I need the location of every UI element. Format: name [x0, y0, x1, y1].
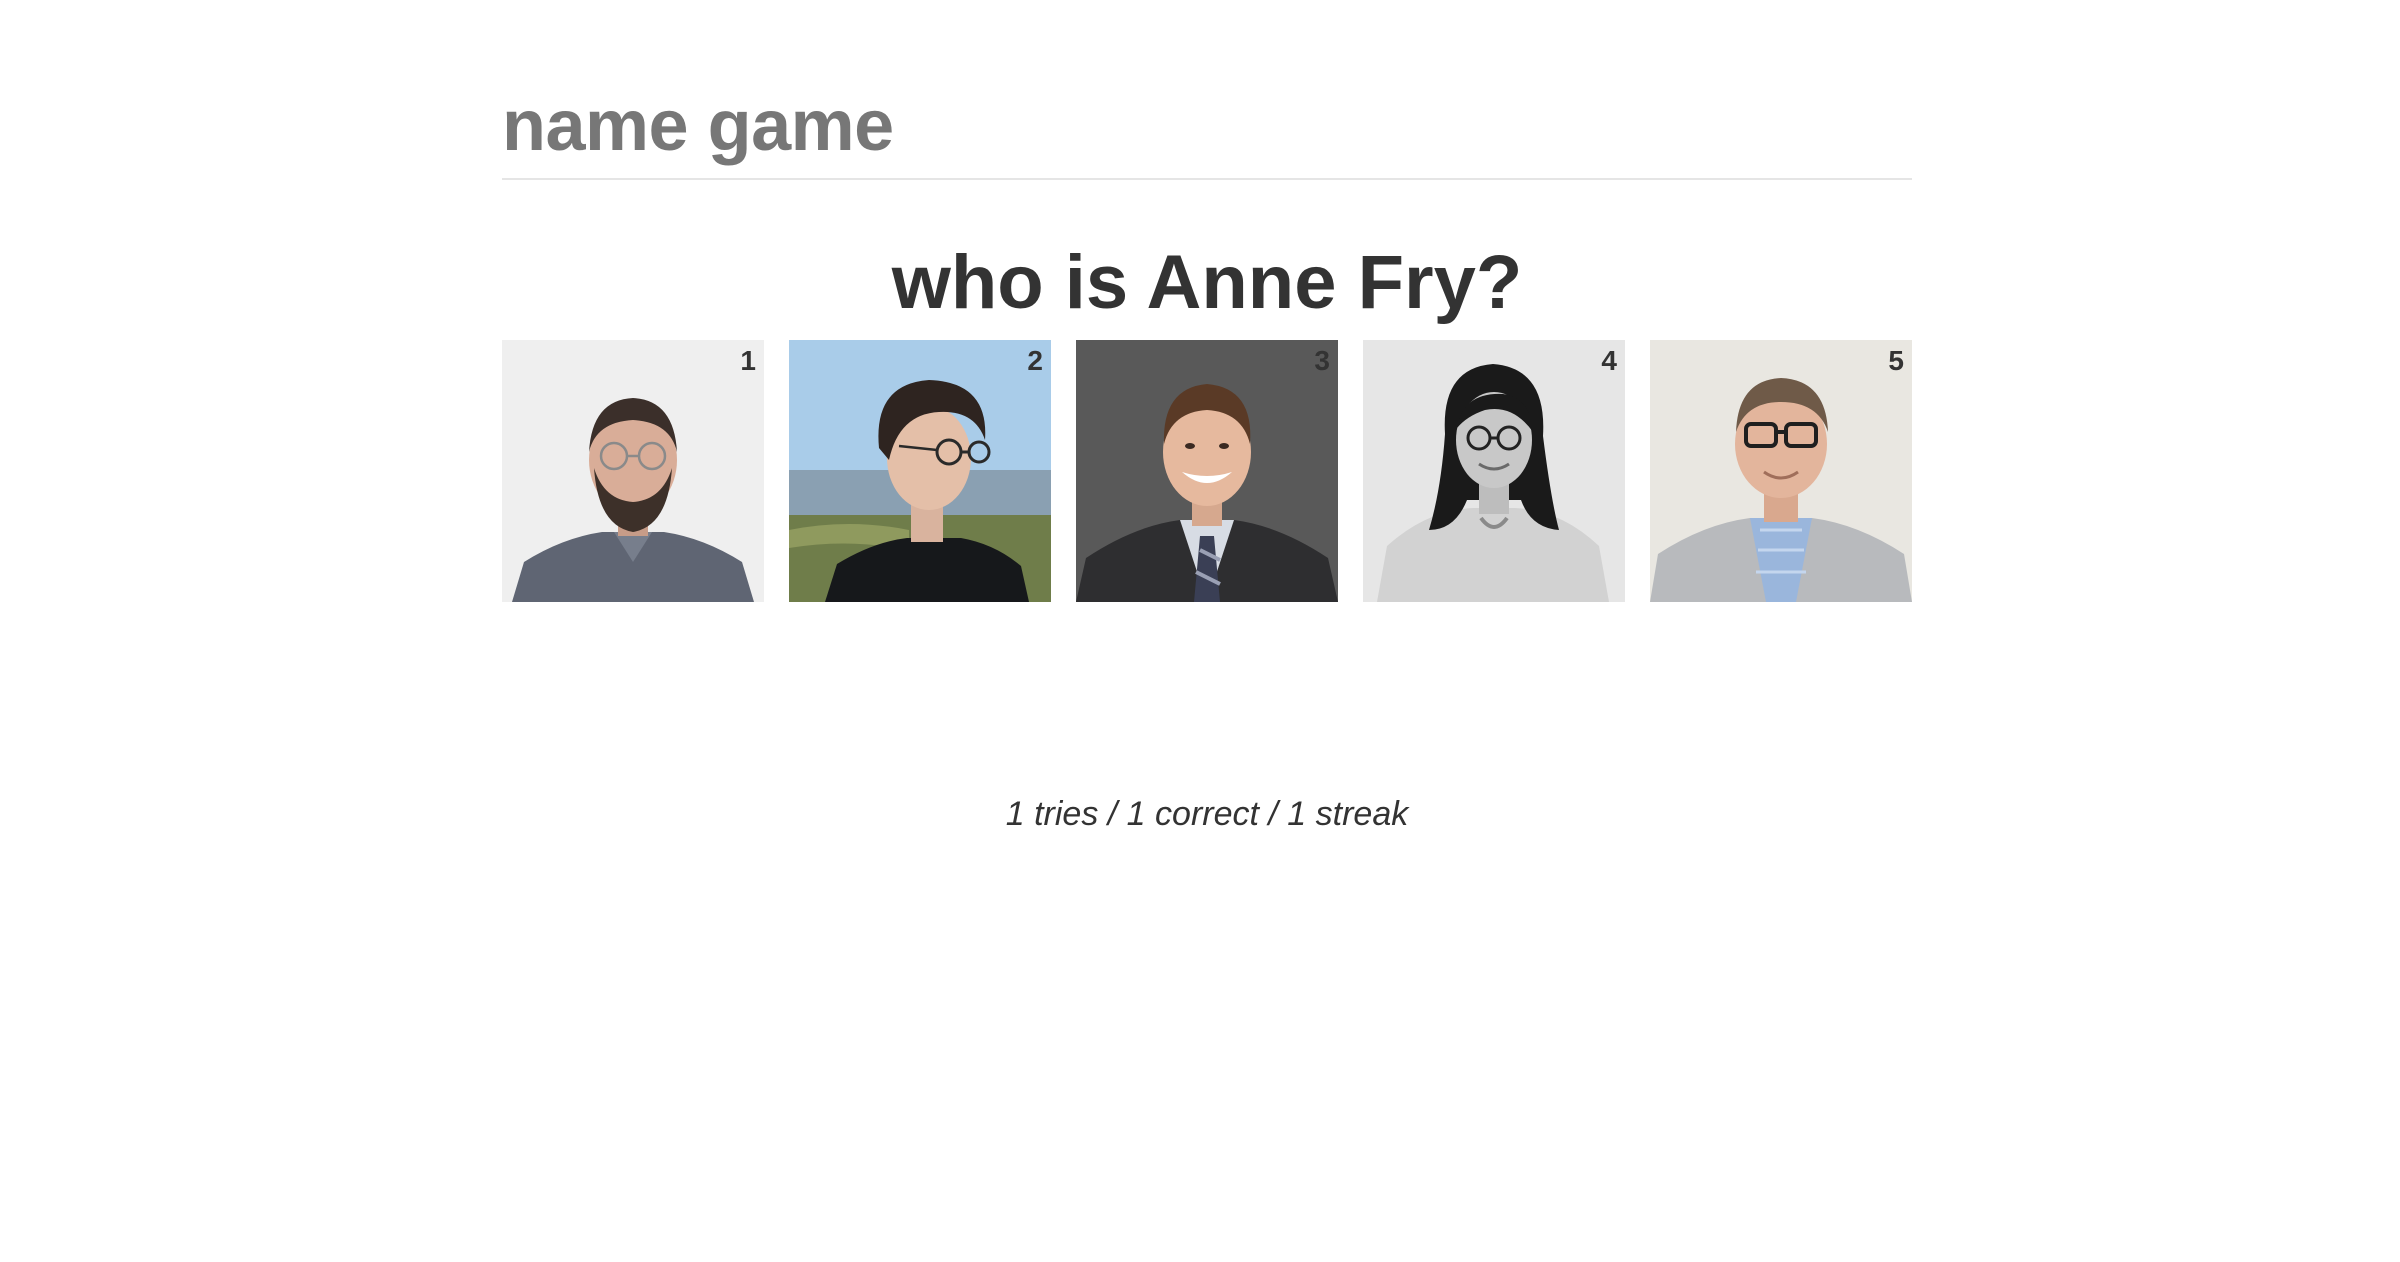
photo-choice-2[interactable]: 2 — [789, 340, 1051, 602]
question-heading: who is Anne Fry? — [891, 240, 1523, 325]
photo-number-2: 2 — [1027, 345, 1043, 376]
photo-choice-5[interactable]: 5 — [1650, 340, 1912, 602]
person-photo-5 — [1650, 340, 1912, 602]
score-stats: 1 tries / 1 correct / 1 streak — [1005, 795, 1409, 833]
title-divider — [502, 178, 1912, 180]
person-photo-4 — [1363, 340, 1625, 602]
person-photo-3 — [1076, 340, 1338, 602]
photo-choice-4[interactable]: 4 — [1363, 340, 1625, 602]
photo-choices: 1 2 3 4 5 — [502, 340, 1912, 602]
photo-choice-1[interactable]: 1 — [502, 340, 764, 602]
photo-number-1: 1 — [740, 345, 756, 376]
person-photo-2 — [789, 340, 1051, 602]
app-title: name game — [502, 86, 894, 166]
photo-choice-3[interactable]: 3 — [1076, 340, 1338, 602]
person-photo-1 — [502, 340, 764, 602]
photo-number-3: 3 — [1314, 345, 1330, 376]
photo-number-5: 5 — [1888, 345, 1904, 376]
photo-number-4: 4 — [1601, 345, 1617, 376]
